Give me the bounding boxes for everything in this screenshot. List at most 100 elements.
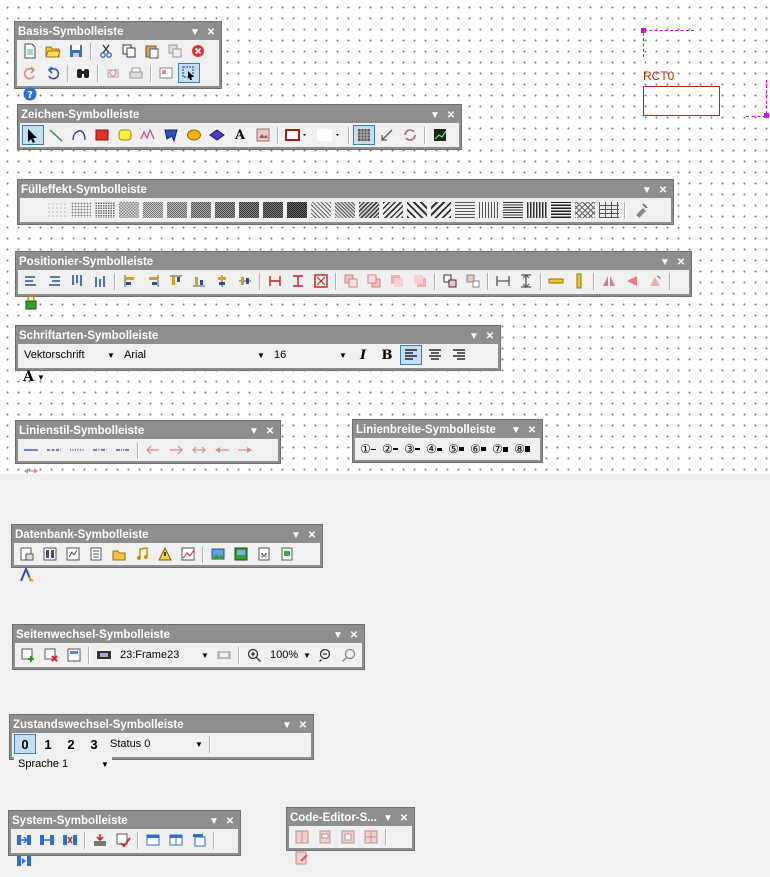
bring-to-front-icon[interactable] [340, 271, 362, 291]
system-window-icon[interactable] [142, 830, 164, 850]
system-download-icon[interactable] [89, 830, 111, 850]
center-horizontal-icon[interactable] [211, 271, 233, 291]
open-folder-icon[interactable] [42, 41, 64, 61]
toolbar-title-bar[interactable]: Positionier-Symbolleiste ▼ ✕ [18, 254, 689, 270]
line-solid-icon[interactable] [20, 440, 42, 460]
line-tool-icon[interactable] [45, 125, 67, 145]
db-binary-icon[interactable] [39, 544, 61, 564]
line-width-5[interactable]: ⑤ [445, 439, 467, 459]
line-width-3[interactable]: ③ [401, 439, 423, 459]
line-dash-dot-icon[interactable] [89, 440, 111, 460]
delete-frame-icon[interactable] [40, 645, 62, 665]
fill-pattern-dots-sparse[interactable] [47, 202, 67, 218]
fill-pattern-grid-80[interactable] [239, 202, 259, 218]
zoom-fit-icon[interactable] [338, 645, 360, 665]
db-screen-icon[interactable] [230, 544, 252, 564]
arrow-left-icon[interactable] [142, 440, 164, 460]
language-select[interactable]: Sprache 1 ▼ [14, 755, 112, 773]
db-picture-icon[interactable] [207, 544, 229, 564]
db-analog-icon[interactable] [62, 544, 84, 564]
film-strip-icon[interactable] [93, 645, 115, 665]
arrow-both-icon[interactable] [188, 440, 210, 460]
db-folder-icon[interactable] [108, 544, 130, 564]
system-window-tiled-icon[interactable] [165, 830, 187, 850]
toolbar-options-icon[interactable]: ▼ [380, 813, 396, 824]
font-color-button[interactable]: A ▼ [20, 367, 48, 387]
film-strip-next-icon[interactable] [213, 645, 235, 665]
fill-pattern-diagonal-medium[interactable] [335, 202, 355, 218]
send-backward-icon[interactable] [409, 271, 431, 291]
distribute-horizontal-icon[interactable] [492, 271, 514, 291]
fill-pattern-dots-medium[interactable] [95, 202, 115, 218]
db-report-icon[interactable] [276, 544, 298, 564]
toolbar-options-icon[interactable]: ▼ [288, 530, 304, 541]
undo-icon[interactable] [42, 63, 64, 83]
toolbar-options-icon[interactable]: ▼ [246, 426, 262, 437]
toolbar-title-bar[interactable]: Zeichen-Symbolleiste ▼ ✕ [20, 107, 459, 123]
fill-settings-icon[interactable] [630, 200, 652, 220]
state-0-button[interactable]: 0 [14, 734, 36, 754]
db-text-icon[interactable]: M [253, 544, 275, 564]
bring-forward-icon[interactable] [386, 271, 408, 291]
align-right-edge-icon[interactable] [142, 271, 164, 291]
rotate-object-icon[interactable] [644, 271, 666, 291]
fill-pattern-grid-60[interactable] [191, 202, 211, 218]
fill-pattern-grid-50[interactable] [167, 202, 187, 218]
line-color-icon[interactable] [282, 125, 312, 145]
system-export-icon[interactable] [36, 830, 58, 850]
toolbar-title-bar[interactable]: Zustandswechsel-Symbolleiste ▼ ✕ [12, 717, 311, 733]
align-text-center-icon[interactable] [424, 345, 446, 365]
align-top-icon[interactable] [66, 271, 88, 291]
close-icon[interactable]: ✕ [346, 630, 362, 641]
arrow-right-icon[interactable] [165, 440, 187, 460]
close-icon[interactable]: ✕ [203, 27, 219, 38]
close-icon[interactable]: ✕ [673, 257, 689, 268]
db-variable-icon[interactable] [16, 544, 38, 564]
status-select[interactable]: Status 0 ▼ [106, 735, 206, 753]
code-book-icon[interactable] [291, 827, 313, 847]
fill-pattern-slash-wide[interactable] [431, 202, 451, 218]
toolbar-title-bar[interactable]: Fülleffekt-Symbolleiste ▼ ✕ [20, 182, 671, 198]
cut-icon[interactable] [95, 41, 117, 61]
system-disconnect-icon[interactable] [59, 830, 81, 850]
fill-pattern-grid-90[interactable] [263, 202, 283, 218]
system-check-icon[interactable] [112, 830, 134, 850]
frame-select[interactable]: 23:Frame23 ▼ [116, 646, 212, 664]
line-dash-dot-dot-icon[interactable] [112, 440, 134, 460]
code-page-icon[interactable] [314, 827, 336, 847]
fill-pattern-icon[interactable] [353, 125, 375, 145]
print-preview-icon[interactable] [102, 63, 124, 83]
save-icon[interactable] [65, 41, 87, 61]
fill-pattern-brick[interactable] [599, 202, 619, 218]
font-type-select[interactable]: Vektorschrift ▼ [20, 346, 118, 364]
close-icon[interactable]: ✕ [295, 720, 311, 731]
align-bottom-edge-icon[interactable] [188, 271, 210, 291]
same-width-icon[interactable] [264, 271, 286, 291]
close-icon[interactable]: ✕ [304, 530, 320, 541]
select-mode-icon[interactable] [178, 63, 200, 83]
state-3-button[interactable]: 3 [83, 734, 105, 754]
ungroup-icon[interactable] [462, 271, 484, 291]
center-vertical-icon[interactable] [234, 271, 256, 291]
same-height-icon[interactable] [287, 271, 309, 291]
arrow-filled-right-icon[interactable] [234, 440, 256, 460]
toolbar-title-bar[interactable]: Code-Editor-S... ▼ ✕ [289, 810, 412, 826]
toolbar-options-icon[interactable]: ▼ [639, 185, 655, 196]
align-left-icon[interactable] [20, 271, 42, 291]
close-icon[interactable]: ✕ [443, 110, 459, 121]
fill-pattern-vertical-thin[interactable] [479, 202, 499, 218]
fill-pattern-grid-25[interactable] [119, 202, 139, 218]
toolbar-options-icon[interactable]: ▼ [330, 630, 346, 641]
close-icon[interactable]: ✕ [524, 425, 540, 436]
line-dashed-icon[interactable] [43, 440, 65, 460]
pointer-tool-icon[interactable] [22, 125, 44, 145]
bold-button[interactable]: B [376, 345, 398, 365]
line-width-2[interactable]: ② [379, 439, 401, 459]
copy-icon[interactable] [118, 41, 140, 61]
font-name-select[interactable]: Arial ▼ [120, 346, 268, 364]
align-top-edge-icon[interactable] [165, 271, 187, 291]
close-icon[interactable]: ✕ [396, 813, 412, 824]
fill-pattern-diagonal-bold[interactable] [383, 202, 403, 218]
align-bottom-icon[interactable] [89, 271, 111, 291]
print-icon[interactable] [125, 63, 147, 83]
